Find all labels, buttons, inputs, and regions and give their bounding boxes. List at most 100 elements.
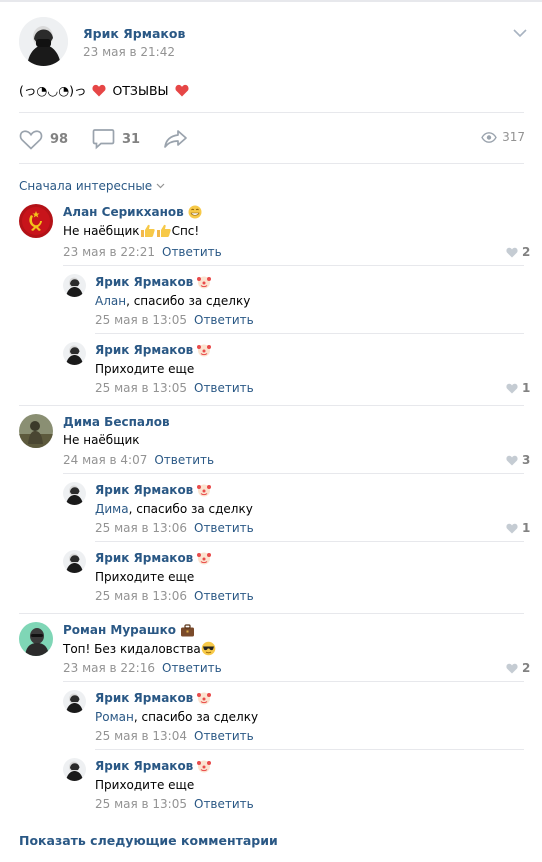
- reply-button[interactable]: Ответить: [154, 453, 214, 467]
- reply-avatar[interactable]: [63, 482, 86, 505]
- like-count: 98: [50, 131, 69, 147]
- thumbs-up-emoji-icon: [140, 224, 155, 237]
- reply-meta: 25 мая в 13:05 Ответить: [95, 381, 254, 395]
- reply-button[interactable]: Ответить: [194, 729, 254, 743]
- reply-button[interactable]: Ответить: [194, 521, 254, 535]
- heart-icon: [506, 383, 518, 393]
- divider: [63, 473, 524, 474]
- reply-meta: 25 мая в 13:06 Ответить: [95, 521, 254, 535]
- reply-mention[interactable]: Алан: [95, 294, 126, 308]
- reply-text-body: Приходите еще: [95, 570, 195, 584]
- reply-avatar[interactable]: [63, 342, 86, 365]
- comment-date[interactable]: 23 мая в 22:16: [63, 661, 155, 675]
- reply-like-button[interactable]: 1: [506, 521, 530, 535]
- divider: [19, 163, 524, 164]
- views-counter: 317: [481, 130, 525, 144]
- reply-author[interactable]: Ярик Ярмаков: [95, 275, 212, 289]
- reply-date[interactable]: 25 мая в 13:05: [95, 797, 187, 811]
- reply-text: Приходите еще: [95, 570, 194, 584]
- reply-text-body: , спасибо за сделку: [128, 502, 253, 516]
- reply-button[interactable]: Ответить: [162, 661, 222, 675]
- comment-like-button[interactable]: 2: [506, 245, 530, 259]
- post-date[interactable]: 23 мая в 21:42: [83, 45, 175, 59]
- heart-icon: [506, 247, 518, 257]
- commenter-avatar[interactable]: [19, 204, 53, 238]
- top-border: [0, 0, 542, 2]
- comment-meta: 23 мая в 22:16 Ответить: [63, 661, 222, 675]
- comment-date[interactable]: 24 мая в 4:07: [63, 453, 147, 467]
- clown-emoji-icon: [197, 484, 212, 497]
- like-button[interactable]: 98: [19, 125, 68, 153]
- divider: [19, 613, 524, 614]
- comment-text-body: Топ! Без кидаловства: [63, 641, 201, 656]
- divider: [95, 541, 524, 542]
- divider: [63, 681, 524, 682]
- reply-meta: 25 мая в 13:05 Ответить: [95, 313, 254, 327]
- reply-button[interactable]: Ответить: [194, 797, 254, 811]
- commenter-avatar[interactable]: [19, 622, 53, 656]
- comment-text-body: Не наёбщик: [63, 433, 140, 447]
- reply-author-name: Ярик Ярмаков: [95, 275, 194, 289]
- reply-author[interactable]: Ярик Ярмаков: [95, 759, 212, 773]
- reply-avatar[interactable]: [63, 274, 86, 297]
- comment-button[interactable]: 31: [92, 125, 140, 153]
- reply-button[interactable]: Ответить: [162, 245, 222, 259]
- reply-author[interactable]: Ярик Ярмаков: [95, 691, 212, 705]
- clown-emoji-icon: [197, 276, 212, 289]
- comment-author[interactable]: Алан Серикханов: [63, 205, 202, 219]
- comment-like-button[interactable]: 3: [506, 453, 530, 467]
- sort-label: Сначала интересные: [19, 179, 153, 193]
- heart-emoji-icon: [175, 84, 189, 97]
- comment-date[interactable]: 23 мая в 22:21: [63, 245, 155, 259]
- comment-author-name: Алан Серикханов: [63, 205, 184, 219]
- comment-like-button[interactable]: 2: [506, 661, 530, 675]
- share-button[interactable]: [163, 125, 189, 153]
- reply-author[interactable]: Ярик Ярмаков: [95, 483, 212, 497]
- reply-like-count: 1: [522, 381, 531, 395]
- thumbs-up-emoji-icon: [156, 224, 171, 237]
- reply-like-count: 1: [522, 521, 531, 535]
- heart-icon: [19, 130, 43, 150]
- comment-meta: 24 мая в 4:07 Ответить: [63, 453, 214, 467]
- show-more-comments-link[interactable]: Показать следующие комментарии: [19, 833, 278, 848]
- reply-author[interactable]: Ярик Ярмаков: [95, 551, 212, 565]
- reply-button[interactable]: Ответить: [194, 381, 254, 395]
- post-author-name[interactable]: Ярик Ярмаков: [83, 26, 185, 41]
- divider: [95, 333, 524, 334]
- reply-avatar[interactable]: [63, 758, 86, 781]
- reply-mention[interactable]: Дима: [95, 502, 129, 516]
- divider: [19, 405, 524, 406]
- sort-dropdown[interactable]: Сначала интересные: [19, 179, 165, 193]
- reply-like-button[interactable]: 1: [506, 381, 530, 395]
- chevron-down-icon[interactable]: [513, 28, 527, 38]
- reply-author-name: Ярик Ярмаков: [95, 483, 194, 497]
- reply-author[interactable]: Ярик Ярмаков: [95, 343, 212, 357]
- reply-date[interactable]: 25 мая в 13:05: [95, 381, 187, 395]
- reply-text: Роман, спасибо за сделку: [95, 710, 258, 724]
- divider: [95, 749, 524, 750]
- reply-date[interactable]: 25 мая в 13:04: [95, 729, 187, 743]
- reply-button[interactable]: Ответить: [194, 313, 254, 327]
- reply-author-name: Ярик Ярмаков: [95, 691, 194, 705]
- divider: [19, 112, 524, 113]
- comment-author[interactable]: Роман Мурашко: [63, 623, 195, 637]
- reply-date[interactable]: 25 мая в 13:05: [95, 313, 187, 327]
- reply-mention[interactable]: Роман: [95, 710, 134, 724]
- reply-text: Дима, спасибо за сделку: [95, 502, 253, 516]
- views-count: 317: [502, 130, 525, 144]
- reply-meta: 25 мая в 13:04 Ответить: [95, 729, 254, 743]
- reply-date[interactable]: 25 мая в 13:06: [95, 589, 187, 603]
- commenter-avatar[interactable]: [19, 414, 53, 448]
- reply-date[interactable]: 25 мая в 13:06: [95, 521, 187, 535]
- reply-text-body: Приходите еще: [95, 778, 195, 792]
- reply-text: Алан, спасибо за сделку: [95, 294, 250, 308]
- clown-emoji-icon: [197, 760, 212, 773]
- briefcase-emoji-icon: [181, 623, 194, 636]
- author-avatar[interactable]: [19, 17, 68, 66]
- reply-avatar[interactable]: [63, 550, 86, 573]
- comment-author[interactable]: Дима Беспалов: [63, 415, 170, 429]
- comment-text-tail: Спс!: [171, 224, 200, 238]
- reply-button[interactable]: Ответить: [194, 589, 254, 603]
- grin-emoji-icon: [188, 205, 202, 219]
- reply-avatar[interactable]: [63, 690, 86, 713]
